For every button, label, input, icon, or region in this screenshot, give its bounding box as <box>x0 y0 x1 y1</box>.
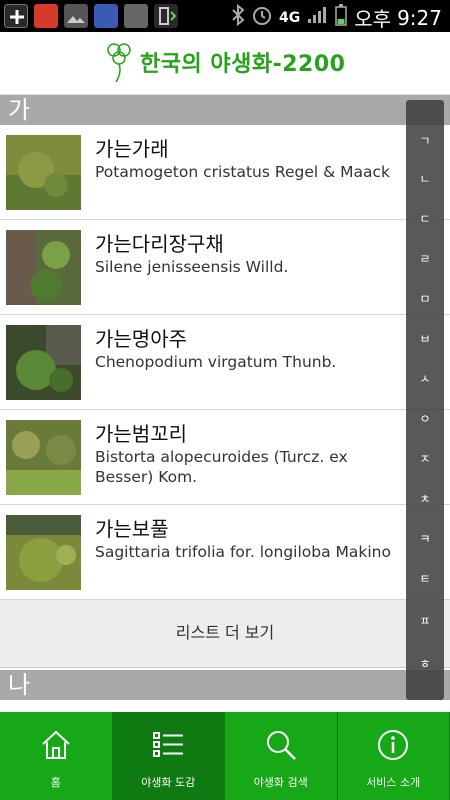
app-notification-icon <box>34 4 58 28</box>
index-letter[interactable]: ㅂ <box>406 330 444 347</box>
add-icon <box>4 4 28 28</box>
plant-korean-name: 가는명아주 <box>95 327 187 351</box>
index-letter[interactable]: ㅋ <box>406 530 444 547</box>
app-icon <box>94 4 118 28</box>
index-letter[interactable]: ㅁ <box>406 290 444 307</box>
image-icon <box>64 4 88 28</box>
plant-list: 가는가래 Potamogeton cristatus Regel & Maack… <box>0 125 450 600</box>
index-letter[interactable]: ㅌ <box>406 570 444 587</box>
plant-korean-name: 가는보풀 <box>95 517 169 541</box>
bluetooth-icon <box>231 3 245 31</box>
index-letter[interactable]: ㄴ <box>406 170 444 187</box>
plant-korean-name: 가는다리장구채 <box>95 232 224 256</box>
list-item[interactable]: 가는범꼬리 Bistorta alopecuroides (Turcz. ex … <box>0 410 450 505</box>
index-letter[interactable]: ㄷ <box>406 210 444 227</box>
clock-ampm: 오후 <box>354 7 392 31</box>
tab-label: 야생화 도감 <box>141 776 196 789</box>
plant-scientific-name: Chenopodium virgatum Thunb. <box>95 353 337 371</box>
list-item-partial <box>0 700 450 712</box>
list-item[interactable]: 가는명아주 Chenopodium virgatum Thunb. <box>0 315 450 410</box>
plant-scientific-name: Sagittaria trifolia for. longiloba Makin… <box>95 543 391 561</box>
section-header: 가 <box>0 95 450 125</box>
clover-icon <box>107 43 131 83</box>
section-header: 나 <box>0 670 450 700</box>
list-item[interactable]: 가는다리장구채 Silene jenisseensis Willd. <box>0 220 450 315</box>
list-icon <box>153 732 184 757</box>
plant-thumbnail <box>6 230 81 305</box>
app-logo: 한국의 야생화-2200 <box>102 40 345 84</box>
status-bar: 4G 오후 9:27 <box>0 0 450 32</box>
signal-icon <box>306 5 328 30</box>
plant-scientific-name: Potamogeton cristatus Regel & Maack <box>95 163 390 181</box>
load-more-button[interactable]: 리스트 더 보기 <box>0 600 450 668</box>
search-icon <box>266 731 296 760</box>
index-letter[interactable]: ㅇ <box>406 410 444 427</box>
tab-home[interactable]: 홈 <box>0 712 113 800</box>
plant-scientific-name: Bistorta alopecuroides (Turcz. ex Besser… <box>95 448 348 486</box>
app-title: 한국의 야생화-2200 <box>140 52 346 77</box>
home-icon <box>42 730 70 759</box>
app-header: 한국의 야생화-2200 <box>0 32 450 95</box>
plant-thumbnail <box>6 515 81 590</box>
index-letter[interactable]: ㅅ <box>406 370 444 387</box>
battery-app-icon <box>124 4 148 28</box>
plant-scientific-name: Silene jenisseensis Willd. <box>95 258 289 276</box>
index-letter[interactable]: ㄱ <box>406 132 444 149</box>
bottom-tab-bar: 홈 야생화 도감 야생화 검색 서비스 소개 <box>0 712 450 800</box>
index-letter[interactable]: ㅎ <box>406 655 444 672</box>
system-icons: 4G 오후 9:27 <box>231 3 442 32</box>
plant-thumbnail <box>6 420 81 495</box>
list-item[interactable]: 가는가래 Potamogeton cristatus Regel & Maack <box>0 125 450 220</box>
network-type: 4G <box>279 9 301 26</box>
clock-time: 9:27 <box>397 5 442 30</box>
tab-label: 홈 <box>50 776 61 789</box>
index-scrollbar[interactable]: ㄱ ㄴ ㄷ ㄹ ㅁ ㅂ ㅅ ㅇ ㅈ ㅊ ㅋ ㅌ ㅍ ㅎ <box>406 100 444 700</box>
download-icon <box>154 4 178 28</box>
tab-label: 서비스 소개 <box>366 776 421 789</box>
tab-wildflower-guide[interactable]: 야생화 도감 <box>112 712 225 800</box>
battery-icon <box>334 3 348 32</box>
index-letter[interactable]: ㅍ <box>406 612 444 629</box>
notification-icons <box>4 4 178 28</box>
plant-thumbnail <box>6 325 81 400</box>
plant-thumbnail <box>6 135 81 210</box>
plant-korean-name: 가는가래 <box>95 137 169 161</box>
index-letter[interactable]: ㄹ <box>406 250 444 267</box>
list-item[interactable]: 가는보풀 Sagittaria trifolia for. longiloba … <box>0 505 450 600</box>
tab-wildflower-search[interactable]: 야생화 검색 <box>225 712 338 800</box>
plant-korean-name: 가는범꼬리 <box>95 422 187 446</box>
alarm-icon <box>251 4 273 31</box>
index-letter[interactable]: ㅈ <box>406 450 444 467</box>
tab-service-intro[interactable]: 서비스 소개 <box>337 712 450 800</box>
tab-label: 야생화 검색 <box>253 776 308 789</box>
info-icon <box>378 730 409 760</box>
index-letter[interactable]: ㅊ <box>406 490 444 507</box>
